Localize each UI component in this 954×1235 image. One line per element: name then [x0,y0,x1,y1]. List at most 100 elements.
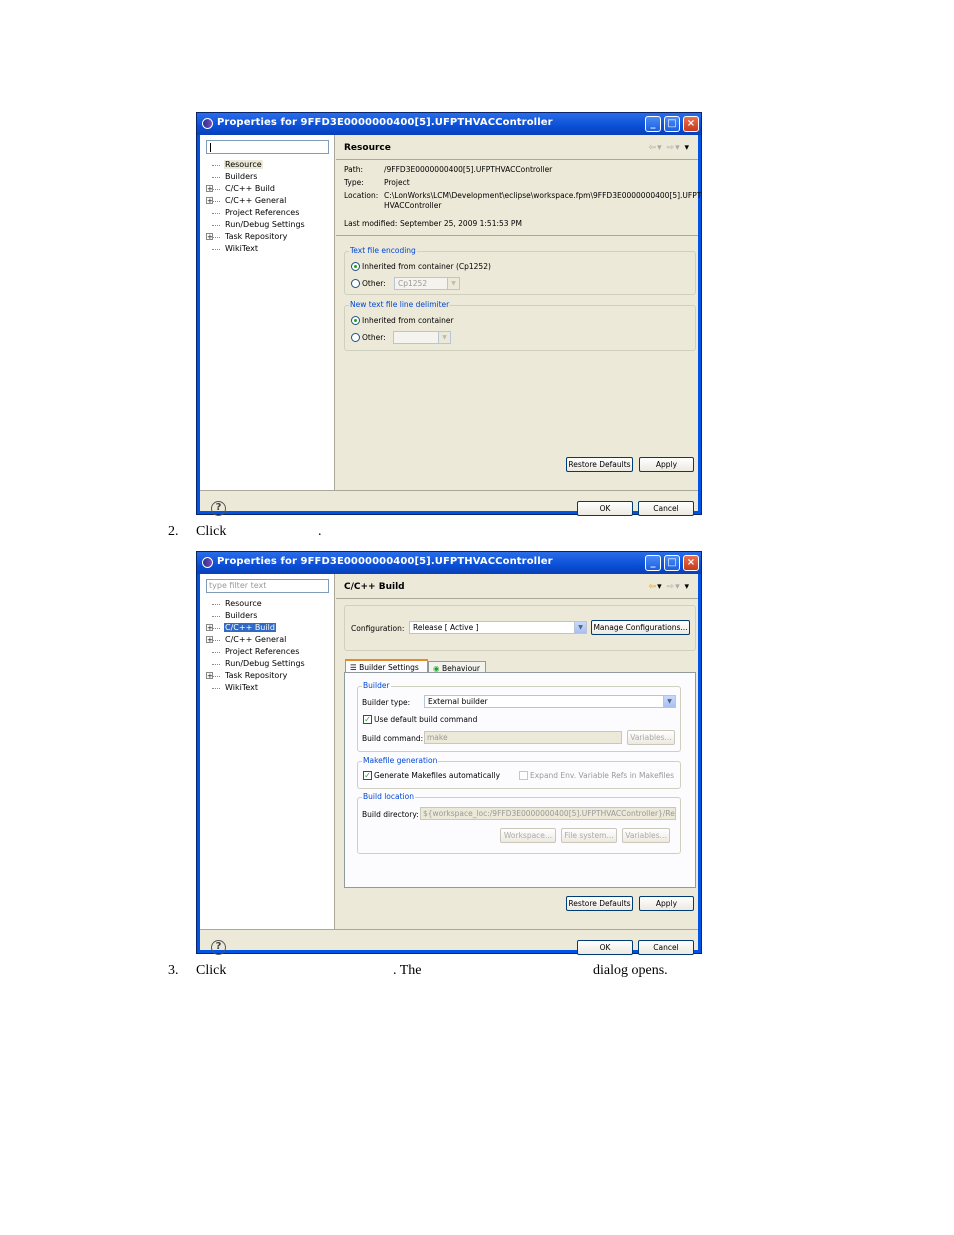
help-icon[interactable]: ? [211,940,226,955]
tree-item-task-repository[interactable]: + Task Repository [206,231,306,243]
divider [336,235,698,236]
step-2-text: Click [196,524,227,539]
ok-button[interactable]: OK [577,501,633,516]
forward-arrow-icon[interactable]: ⇨▾ [667,582,681,592]
minimize-button[interactable]: _ [645,116,661,132]
text-file-encoding-group: Text file encoding Inherited from contai… [344,246,696,295]
list-icon: ☰ [350,663,360,672]
expand-env-checkbox[interactable] [519,771,528,780]
filter-input[interactable]: type filter text [206,579,329,593]
step-3-text-click: Click [196,963,227,978]
cancel-button[interactable]: Cancel [638,940,694,955]
tree-item-cpp-build[interactable]: + C/C++ Build [206,183,306,195]
build-command-field[interactable]: make [424,731,622,744]
file-system-button[interactable]: File system... [561,828,617,843]
tree-item-run-debug-settings[interactable]: Run/Debug Settings [206,658,306,670]
view-menu-icon[interactable]: ▾ [684,143,690,153]
line-delimiter-group: New text file line delimiter Inherited f… [344,300,696,351]
property-tree: Resource Builders + C/C++ Build + C/C++ Ge… [206,598,306,694]
properties-dialog-resource: Properties for 9FFD3E0000000400[5].UFPTH… [196,112,702,516]
step-3-text-dialog-opens: dialog opens. [593,963,668,978]
dialog-client: type filter text Resource Builders + C/C+… [200,574,698,955]
other-encoding-radio[interactable] [351,279,360,288]
title-bar[interactable]: Properties for 9FFD3E0000000400[5].UFPTH… [197,552,701,574]
other-delimiter-radio[interactable] [351,333,360,342]
tree-item-resource[interactable]: Resource [206,598,306,610]
tree-item-run-debug-settings[interactable]: Run/Debug Settings [206,219,306,231]
forward-arrow-icon[interactable]: ⇨▾ [667,143,681,153]
path-row: Path:/9FFD3E0000000400[5].UFPTHVACContro… [344,165,553,174]
filter-input[interactable] [206,140,329,154]
variables-button[interactable]: Variables... [627,730,675,745]
use-default-build-checkbox[interactable]: ✓ [363,715,372,724]
manage-configurations-button[interactable]: Manage Configurations... [591,620,690,635]
back-arrow-icon[interactable]: ⇦▾ [649,582,663,592]
dialog-client: Resource Builders + C/C++ Build + C/C++ Ge… [200,135,702,516]
page-title: Resource [344,143,391,153]
window-title: Properties for 9FFD3E0000000400[5].UFPTH… [217,117,553,128]
tree-item-resource[interactable]: Resource [206,159,306,171]
workspace-button[interactable]: Workspace... [500,828,556,843]
tree-item-project-references[interactable]: Project References [206,207,306,219]
builder-type-select[interactable]: External builder ▼ [424,695,676,708]
minimize-button[interactable]: _ [645,555,661,571]
builder-group: Builder Builder type: External builder ▼ … [357,681,681,752]
page-title: C/C++ Build [344,582,405,592]
makefile-generation-group: Makefile generation ✓ Generate Makefiles… [357,756,681,789]
tree-item-wikitext[interactable]: WikiText [206,682,306,694]
restore-defaults-button[interactable]: Restore Defaults [566,896,633,911]
tree-item-wikitext[interactable]: WikiText [206,243,306,255]
page-navigation: ⇦▾ ⇨▾ ▾ [649,582,690,592]
window-title: Properties for 9FFD3E0000000400[5].UFPTH… [217,556,553,567]
tree-item-task-repository[interactable]: + Task Repository [206,670,306,682]
apply-button[interactable]: Apply [639,896,694,911]
chevron-down-icon: ▼ [438,332,450,343]
cpp-build-page: C/C++ Build ⇦▾ ⇨▾ ▾ Configuration: Relea… [336,574,698,929]
tree-item-cpp-general[interactable]: + C/C++ General [206,195,306,207]
build-location-group: Build location Build directory: ${worksp… [357,792,681,854]
cancel-button[interactable]: Cancel [638,501,694,516]
navigation-pane: Resource Builders + C/C++ Build + C/C++ Ge… [200,135,335,490]
restore-defaults-button[interactable]: Restore Defaults [566,457,633,472]
view-menu-icon[interactable]: ▾ [684,582,690,592]
variables-button-2[interactable]: Variables... [622,828,670,843]
eclipse-icon [202,557,213,568]
build-directory-field[interactable]: ${workspace_loc:/9FFD3E0000000400[5].UFP… [420,807,676,820]
inherited-delimiter-radio[interactable] [351,316,360,325]
maximize-button[interactable]: □ [664,555,680,571]
tree-item-builders[interactable]: Builders [206,610,306,622]
property-tree: Resource Builders + C/C++ Build + C/C++ Ge… [206,159,306,255]
encoding-select[interactable]: Cp1252 ▼ [394,277,460,290]
tree-item-builders[interactable]: Builders [206,171,306,183]
navigation-pane: type filter text Resource Builders + C/C+… [200,574,335,929]
tree-item-project-references[interactable]: Project References [206,646,306,658]
delimiter-select[interactable]: ▼ [393,331,451,344]
properties-dialog-cpp-build: Properties for 9FFD3E0000000400[5].UFPTH… [196,551,702,955]
configuration-select[interactable]: Release [ Active ] ▼ [409,621,587,634]
apply-button[interactable]: Apply [639,457,694,472]
inherited-encoding-radio[interactable] [351,262,360,271]
tab-builder-settings[interactable]: ☰ Builder Settings [345,659,428,673]
step-3-number: 3. [168,963,179,978]
ok-button[interactable]: OK [577,940,633,955]
location-row: Location: C:\LonWorks\LCM\Development\ecl… [344,191,702,210]
maximize-button[interactable]: □ [664,116,680,132]
title-bar[interactable]: Properties for 9FFD3E0000000400[5].UFPTH… [197,113,701,135]
close-button[interactable]: × [683,555,699,571]
step-3-text-the: . The [393,963,422,978]
back-arrow-icon[interactable]: ⇦▾ [649,143,663,153]
dialog-button-bar: ? OK Cancel [200,490,698,516]
divider [336,159,698,160]
close-button[interactable]: × [683,116,699,132]
page-navigation: ⇦▾ ⇨▾ ▾ [649,143,690,153]
tree-item-cpp-build[interactable]: + C/C++ Build [206,622,306,634]
eclipse-icon [202,118,213,129]
type-row: Type: Project [344,178,410,187]
step-2-number: 2. [168,524,179,539]
help-icon[interactable]: ? [211,501,226,516]
tree-item-cpp-general[interactable]: + C/C++ General [206,634,306,646]
builder-settings-panel: Builder Builder type: External builder ▼ … [344,672,696,888]
configuration-group: Configuration: Release [ Active ] ▼ Manag… [344,605,696,651]
generate-makefiles-checkbox[interactable]: ✓ [363,771,372,780]
dialog-button-bar: ? OK Cancel [200,929,698,955]
